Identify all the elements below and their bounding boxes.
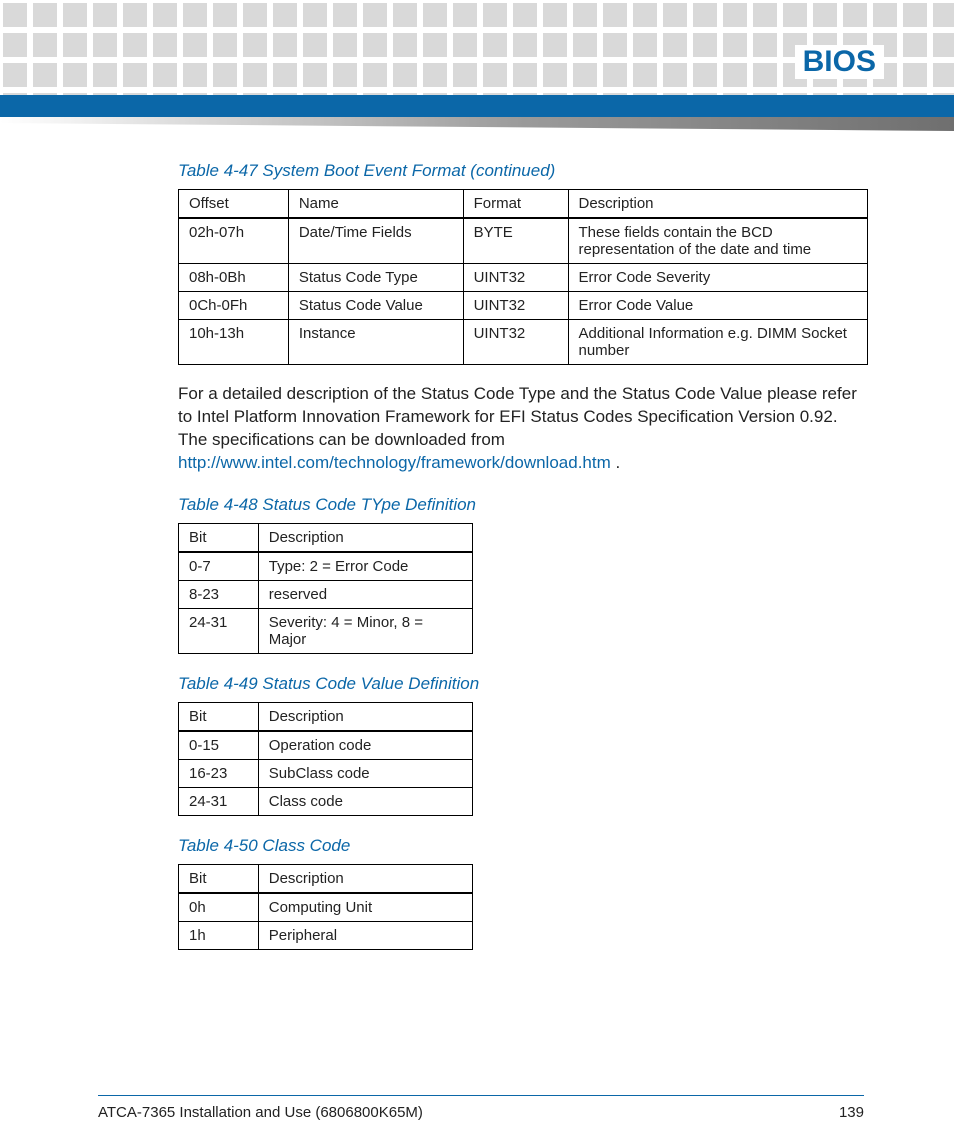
header-blue-bar	[0, 95, 954, 117]
col-description: Description	[258, 864, 472, 893]
footer-page-number: 139	[839, 1104, 864, 1121]
cell-bit: 16-23	[179, 759, 259, 787]
cell-bit: 1h	[179, 921, 259, 949]
table-47-caption: Table 4-47 System Boot Event Format (con…	[178, 161, 859, 181]
cell-name: Status Code Type	[288, 264, 463, 292]
cell-description: reserved	[258, 580, 472, 608]
cell-offset: 02h-07h	[179, 218, 289, 264]
cell-description: Error Code Severity	[568, 264, 868, 292]
page: BIOS Table 4-47 System Boot Event Format…	[0, 0, 954, 1145]
cell-name: Instance	[288, 320, 463, 365]
cell-description: Error Code Value	[568, 292, 868, 320]
table-header-row: Offset Name Format Description	[179, 190, 868, 219]
table-row: 1h Peripheral	[179, 921, 473, 949]
header-pattern: BIOS	[0, 0, 954, 95]
cell-bit: 24-31	[179, 787, 259, 815]
table-header-row: Bit Description	[179, 702, 473, 731]
cell-name: Date/Time Fields	[288, 218, 463, 264]
col-description: Description	[568, 190, 868, 219]
paragraph-text-end: .	[616, 453, 621, 472]
table-48: Bit Description 0-7 Type: 2 = Error Code…	[178, 523, 473, 654]
table-50: Bit Description 0h Computing Unit 1h Per…	[178, 864, 473, 950]
cell-description: These fields contain the BCD representat…	[568, 218, 868, 264]
cell-bit: 8-23	[179, 580, 259, 608]
table-row: 08h-0Bh Status Code Type UINT32 Error Co…	[179, 264, 868, 292]
table-header-row: Bit Description	[179, 864, 473, 893]
cell-name: Status Code Value	[288, 292, 463, 320]
table-header-row: Bit Description	[179, 523, 473, 552]
footer-doc-title: ATCA-7365 Installation and Use (6806800K…	[98, 1104, 423, 1121]
cell-description: Class code	[258, 787, 472, 815]
content-area: Table 4-47 System Boot Event Format (con…	[0, 161, 954, 950]
cell-description: Operation code	[258, 731, 472, 760]
header-gradient-divider	[0, 117, 954, 131]
download-link[interactable]: http://www.intel.com/technology/framewor…	[178, 453, 611, 472]
table-row: 0-7 Type: 2 = Error Code	[179, 552, 473, 581]
table-row: 02h-07h Date/Time Fields BYTE These fiel…	[179, 218, 868, 264]
cell-bit: 0h	[179, 893, 259, 922]
cell-offset: 10h-13h	[179, 320, 289, 365]
table-row: 24-31 Severity: 4 = Minor, 8 = Major	[179, 608, 473, 653]
cell-offset: 08h-0Bh	[179, 264, 289, 292]
table-50-caption: Table 4-50 Class Code	[178, 836, 859, 856]
col-bit: Bit	[179, 702, 259, 731]
table-48-caption: Table 4-48 Status Code TYpe Definition	[178, 495, 859, 515]
col-offset: Offset	[179, 190, 289, 219]
table-row: 0Ch-0Fh Status Code Value UINT32 Error C…	[179, 292, 868, 320]
cell-description: Severity: 4 = Minor, 8 = Major	[258, 608, 472, 653]
col-format: Format	[463, 190, 568, 219]
table-row: 0h Computing Unit	[179, 893, 473, 922]
cell-bit: 0-15	[179, 731, 259, 760]
cell-description: Type: 2 = Error Code	[258, 552, 472, 581]
paragraph-text: For a detailed description of the Status…	[178, 384, 857, 449]
page-footer: ATCA-7365 Installation and Use (6806800K…	[98, 1095, 864, 1121]
col-description: Description	[258, 702, 472, 731]
page-header-title: BIOS	[795, 45, 884, 79]
cell-bit: 24-31	[179, 608, 259, 653]
cell-format: UINT32	[463, 292, 568, 320]
table-row: 24-31 Class code	[179, 787, 473, 815]
table-47: Offset Name Format Description 02h-07h D…	[178, 189, 868, 365]
cell-description: SubClass code	[258, 759, 472, 787]
cell-format: BYTE	[463, 218, 568, 264]
col-bit: Bit	[179, 523, 259, 552]
col-description: Description	[258, 523, 472, 552]
table-row: 0-15 Operation code	[179, 731, 473, 760]
cell-description: Computing Unit	[258, 893, 472, 922]
table-row: 16-23 SubClass code	[179, 759, 473, 787]
cell-description: Additional Information e.g. DIMM Socket …	[568, 320, 868, 365]
table-row: 8-23 reserved	[179, 580, 473, 608]
description-paragraph: For a detailed description of the Status…	[178, 383, 859, 475]
table-row: 10h-13h Instance UINT32 Additional Infor…	[179, 320, 868, 365]
table-49-caption: Table 4-49 Status Code Value Definition	[178, 674, 859, 694]
cell-format: UINT32	[463, 320, 568, 365]
cell-format: UINT32	[463, 264, 568, 292]
table-49: Bit Description 0-15 Operation code 16-2…	[178, 702, 473, 816]
col-name: Name	[288, 190, 463, 219]
col-bit: Bit	[179, 864, 259, 893]
cell-description: Peripheral	[258, 921, 472, 949]
cell-offset: 0Ch-0Fh	[179, 292, 289, 320]
cell-bit: 0-7	[179, 552, 259, 581]
